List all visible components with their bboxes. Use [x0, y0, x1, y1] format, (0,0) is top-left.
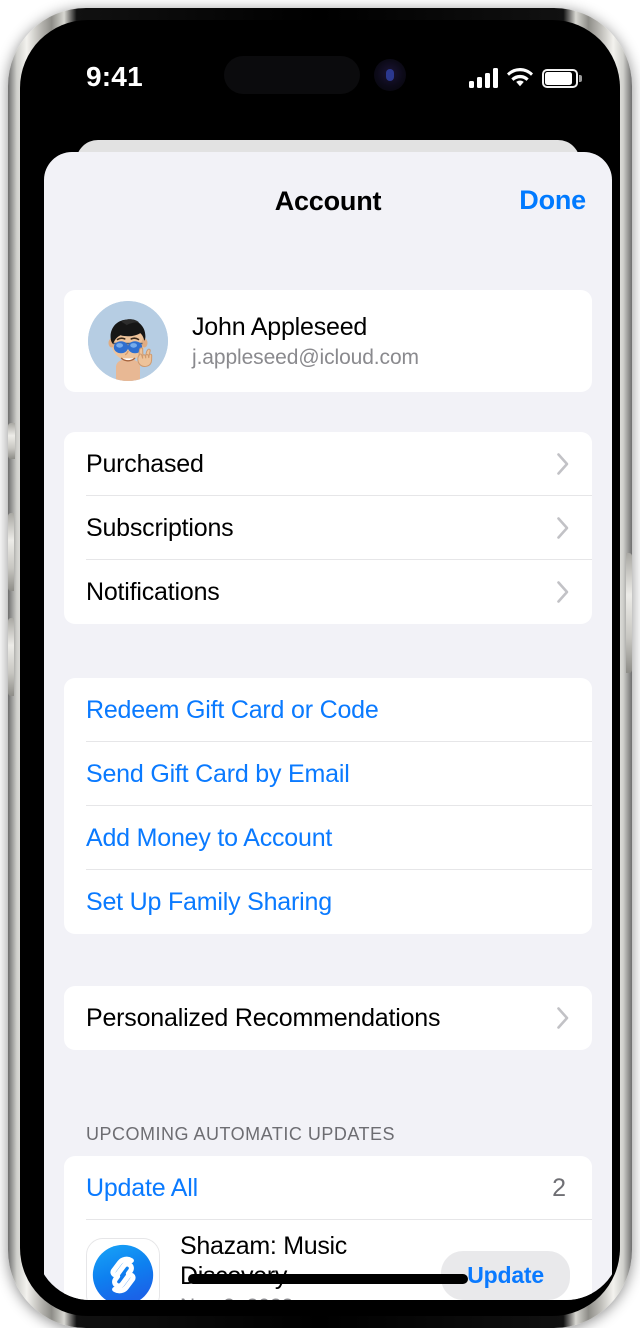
row-label: Set Up Family Sharing	[86, 887, 332, 916]
home-indicator[interactable]	[188, 1274, 468, 1284]
profile-text: John Appleseed j.appleseed@icloud.com	[192, 313, 419, 370]
phone-screen: 9:41 Account Done John Appleseed j.apple…	[36, 36, 620, 1300]
row-send-gift-card[interactable]: Send Gift Card by Email	[64, 742, 592, 806]
dynamic-island	[224, 56, 360, 94]
row-redeem-gift-card[interactable]: Redeem Gift Card or Code	[64, 678, 592, 742]
row-purchased[interactable]: Purchased	[64, 432, 592, 496]
navigation-bar: Account Done	[44, 152, 612, 264]
row-update-all[interactable]: Update All 2	[64, 1156, 592, 1220]
status-bar-time: 9:41	[86, 61, 143, 92]
account-sheet: Account Done John Appleseed j.appleseed@…	[44, 152, 612, 1300]
volume-down-button[interactable]	[8, 618, 14, 696]
status-bar-indicators	[469, 60, 582, 88]
row-label: Purchased	[86, 449, 204, 478]
row-label: Redeem Gift Card or Code	[86, 695, 379, 724]
chevron-right-icon	[556, 516, 570, 540]
account-links-card: Purchased Subscriptions Notifications	[64, 432, 592, 624]
silent-switch-button[interactable]	[8, 423, 15, 459]
profile-email: j.appleseed@icloud.com	[192, 345, 419, 369]
row-personalized-recommendations[interactable]: Personalized Recommendations	[64, 986, 592, 1050]
chevron-right-icon	[556, 452, 570, 476]
row-label: Add Money to Account	[86, 823, 333, 852]
app-update-row[interactable]: Shazam: Music Discovery Nov 2, 2023 Upda…	[64, 1220, 592, 1300]
done-button[interactable]: Done	[519, 185, 586, 216]
shazam-app-icon	[86, 1238, 160, 1300]
chevron-right-icon	[556, 580, 570, 604]
row-subscriptions[interactable]: Subscriptions	[64, 496, 592, 560]
gift-and-family-card: Redeem Gift Card or Code Send Gift Card …	[64, 678, 592, 934]
sheet-content: John Appleseed j.appleseed@icloud.com Pu…	[44, 264, 612, 1300]
status-bar: 9:41	[36, 36, 620, 124]
row-notifications[interactable]: Notifications	[64, 560, 592, 624]
chevron-right-icon	[556, 1006, 570, 1030]
front-camera-icon	[374, 59, 406, 91]
update-all-label: Update All	[86, 1173, 198, 1202]
battery-icon	[542, 69, 582, 88]
update-all-count: 2	[552, 1173, 566, 1202]
profile-row[interactable]: John Appleseed j.appleseed@icloud.com	[64, 290, 592, 392]
app-update-date: Nov 2, 2023	[180, 1295, 441, 1300]
recommendations-card: Personalized Recommendations	[64, 986, 592, 1050]
app-info: Shazam: Music Discovery Nov 2, 2023	[180, 1231, 441, 1300]
updates-section-header: UPCOMING AUTOMATIC UPDATES	[86, 1124, 396, 1144]
profile-name: John Appleseed	[192, 312, 368, 341]
memoji-avatar	[88, 301, 168, 381]
cellular-signal-icon	[469, 68, 498, 88]
phone-frame: 9:41 Account Done John Appleseed j.apple…	[8, 8, 632, 1328]
row-label: Subscriptions	[86, 513, 234, 542]
volume-up-button[interactable]	[8, 513, 14, 591]
row-add-money[interactable]: Add Money to Account	[64, 806, 592, 870]
row-label: Notifications	[86, 577, 220, 606]
row-label: Personalized Recommendations	[86, 1003, 441, 1032]
row-label: Send Gift Card by Email	[86, 759, 350, 788]
wifi-icon	[507, 68, 533, 87]
power-button[interactable]	[626, 553, 632, 673]
profile-card: John Appleseed j.appleseed@icloud.com	[64, 290, 592, 392]
row-family-sharing[interactable]: Set Up Family Sharing	[64, 870, 592, 934]
